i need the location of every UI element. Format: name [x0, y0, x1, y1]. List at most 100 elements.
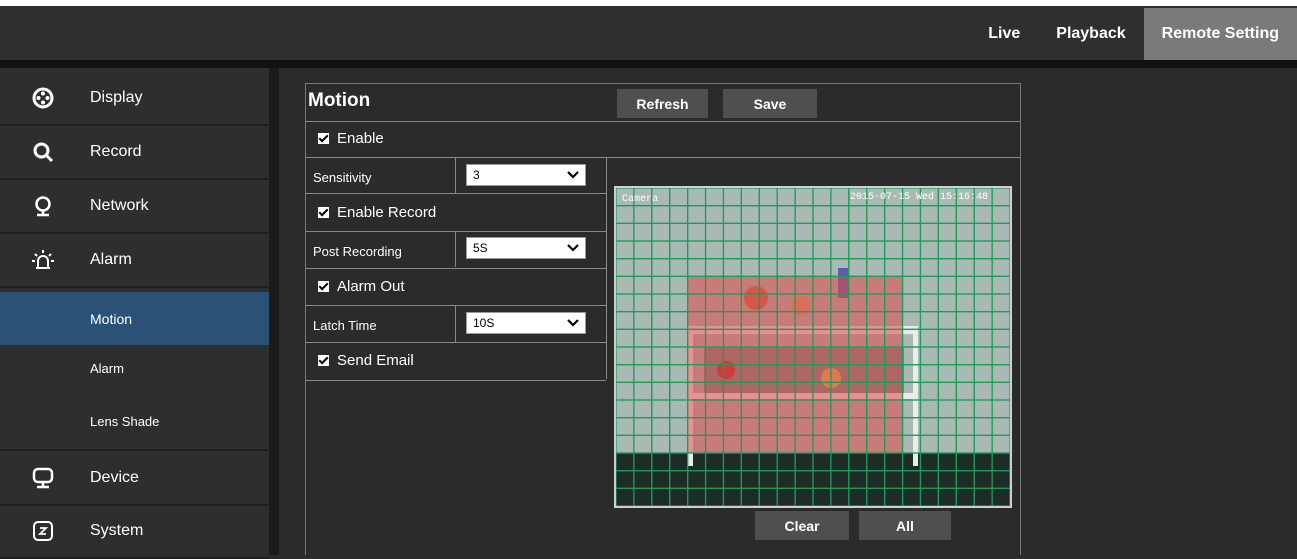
- grid-cell-active[interactable]: [687, 381, 707, 401]
- grid-cell-active[interactable]: [740, 417, 760, 436]
- grid-cell-active[interactable]: [740, 364, 760, 383]
- grid-cell-active[interactable]: [884, 434, 904, 454]
- grid-cell-active[interactable]: [758, 381, 778, 401]
- grid-cell[interactable]: [973, 258, 993, 277]
- grid-cell-active[interactable]: [740, 434, 760, 454]
- grid-cell-active[interactable]: [776, 417, 796, 436]
- grid-cell[interactable]: [633, 222, 653, 242]
- grid-cell-active[interactable]: [758, 364, 778, 383]
- grid-cell[interactable]: [812, 470, 832, 489]
- grid-cell[interactable]: [919, 258, 939, 277]
- grid-cell-active[interactable]: [884, 399, 904, 419]
- grid-cell[interactable]: [955, 487, 975, 506]
- grid-cell[interactable]: [991, 240, 1010, 260]
- grid-cell[interactable]: [955, 434, 975, 454]
- grid-cell[interactable]: [776, 258, 796, 277]
- grid-cell[interactable]: [848, 222, 868, 242]
- grid-cell-active[interactable]: [740, 293, 760, 313]
- grid-cell[interactable]: [812, 240, 832, 260]
- grid-cell[interactable]: [722, 205, 742, 224]
- grid-cell[interactable]: [776, 452, 796, 472]
- grid-cell[interactable]: [973, 311, 993, 330]
- grid-cell[interactable]: [991, 381, 1010, 401]
- grid-cell-active[interactable]: [848, 434, 868, 454]
- grid-cell-active[interactable]: [812, 346, 832, 366]
- grid-cell[interactable]: [616, 452, 635, 472]
- grid-cell[interactable]: [776, 487, 796, 506]
- grid-cell[interactable]: [937, 487, 957, 506]
- grid-cell[interactable]: [955, 346, 975, 366]
- grid-cell-active[interactable]: [704, 364, 725, 383]
- grid-cell[interactable]: [633, 346, 653, 366]
- grid-cell[interactable]: [616, 487, 635, 506]
- grid-cell-active[interactable]: [866, 328, 886, 348]
- grid-cell[interactable]: [919, 381, 939, 401]
- grid-cell-active[interactable]: [687, 399, 707, 419]
- grid-cell[interactable]: [651, 470, 671, 489]
- grid-cell-active[interactable]: [740, 346, 760, 366]
- grid-cell[interactable]: [704, 452, 725, 472]
- grid-cell[interactable]: [919, 470, 939, 489]
- grid-cell[interactable]: [812, 452, 832, 472]
- grid-cell[interactable]: [919, 293, 939, 313]
- grid-cell-active[interactable]: [866, 293, 886, 313]
- grid-cell[interactable]: [669, 258, 689, 277]
- grid-cell[interactable]: [955, 258, 975, 277]
- grid-cell[interactable]: [991, 328, 1010, 348]
- grid-cell[interactable]: [955, 240, 975, 260]
- grid-cell[interactable]: [830, 222, 850, 242]
- all-button[interactable]: All: [859, 511, 951, 540]
- grid-cell[interactable]: [955, 293, 975, 313]
- grid-cell[interactable]: [633, 417, 653, 436]
- grid-cell-active[interactable]: [776, 328, 796, 348]
- grid-cell[interactable]: [937, 275, 957, 295]
- grid-cell-active[interactable]: [794, 399, 814, 419]
- grid-cell[interactable]: [740, 222, 760, 242]
- grid-cell[interactable]: [633, 240, 653, 260]
- grid-cell-active[interactable]: [794, 293, 814, 313]
- grid-cell[interactable]: [669, 417, 689, 436]
- grid-cell[interactable]: [758, 188, 778, 207]
- grid-cell[interactable]: [669, 364, 689, 383]
- grid-cell[interactable]: [794, 452, 814, 472]
- grid-cell[interactable]: [937, 417, 957, 436]
- grid-cell-active[interactable]: [704, 328, 725, 348]
- grid-cell[interactable]: [616, 399, 635, 419]
- grid-cell[interactable]: [687, 258, 707, 277]
- grid-cell[interactable]: [991, 222, 1010, 242]
- grid-cell[interactable]: [991, 258, 1010, 277]
- grid-cell[interactable]: [991, 364, 1010, 383]
- sidebar-subitem-motion[interactable]: Motion: [0, 292, 269, 345]
- grid-cell-active[interactable]: [812, 364, 832, 383]
- grid-cell[interactable]: [651, 346, 671, 366]
- grid-cell[interactable]: [758, 240, 778, 260]
- post-recording-select[interactable]: 5S: [466, 237, 586, 259]
- sidebar-item-system[interactable]: System: [0, 504, 269, 559]
- grid-cell-active[interactable]: [758, 434, 778, 454]
- grid-cell-active[interactable]: [740, 275, 760, 295]
- grid-cell[interactable]: [884, 452, 904, 472]
- grid-cell-active[interactable]: [830, 311, 850, 330]
- grid-cell[interactable]: [722, 470, 742, 489]
- grid-cell[interactable]: [669, 434, 689, 454]
- grid-cell-active[interactable]: [704, 381, 725, 401]
- grid-cell-active[interactable]: [776, 293, 796, 313]
- grid-cell[interactable]: [848, 205, 868, 224]
- grid-cell[interactable]: [794, 487, 814, 506]
- grid-cell[interactable]: [937, 470, 957, 489]
- grid-cell-active[interactable]: [776, 364, 796, 383]
- grid-cell[interactable]: [919, 452, 939, 472]
- grid-cell-active[interactable]: [848, 417, 868, 436]
- grid-cell[interactable]: [919, 275, 939, 295]
- grid-cell-active[interactable]: [687, 275, 707, 295]
- grid-cell-active[interactable]: [866, 311, 886, 330]
- grid-cell[interactable]: [616, 222, 635, 242]
- grid-cell[interactable]: [616, 293, 635, 313]
- grid-cell[interactable]: [651, 452, 671, 472]
- grid-cell[interactable]: [937, 311, 957, 330]
- grid-cell[interactable]: [919, 240, 939, 260]
- grid-cell[interactable]: [937, 222, 957, 242]
- grid-cell[interactable]: [669, 452, 689, 472]
- grid-cell[interactable]: [651, 487, 671, 506]
- grid-cell[interactable]: [812, 487, 832, 506]
